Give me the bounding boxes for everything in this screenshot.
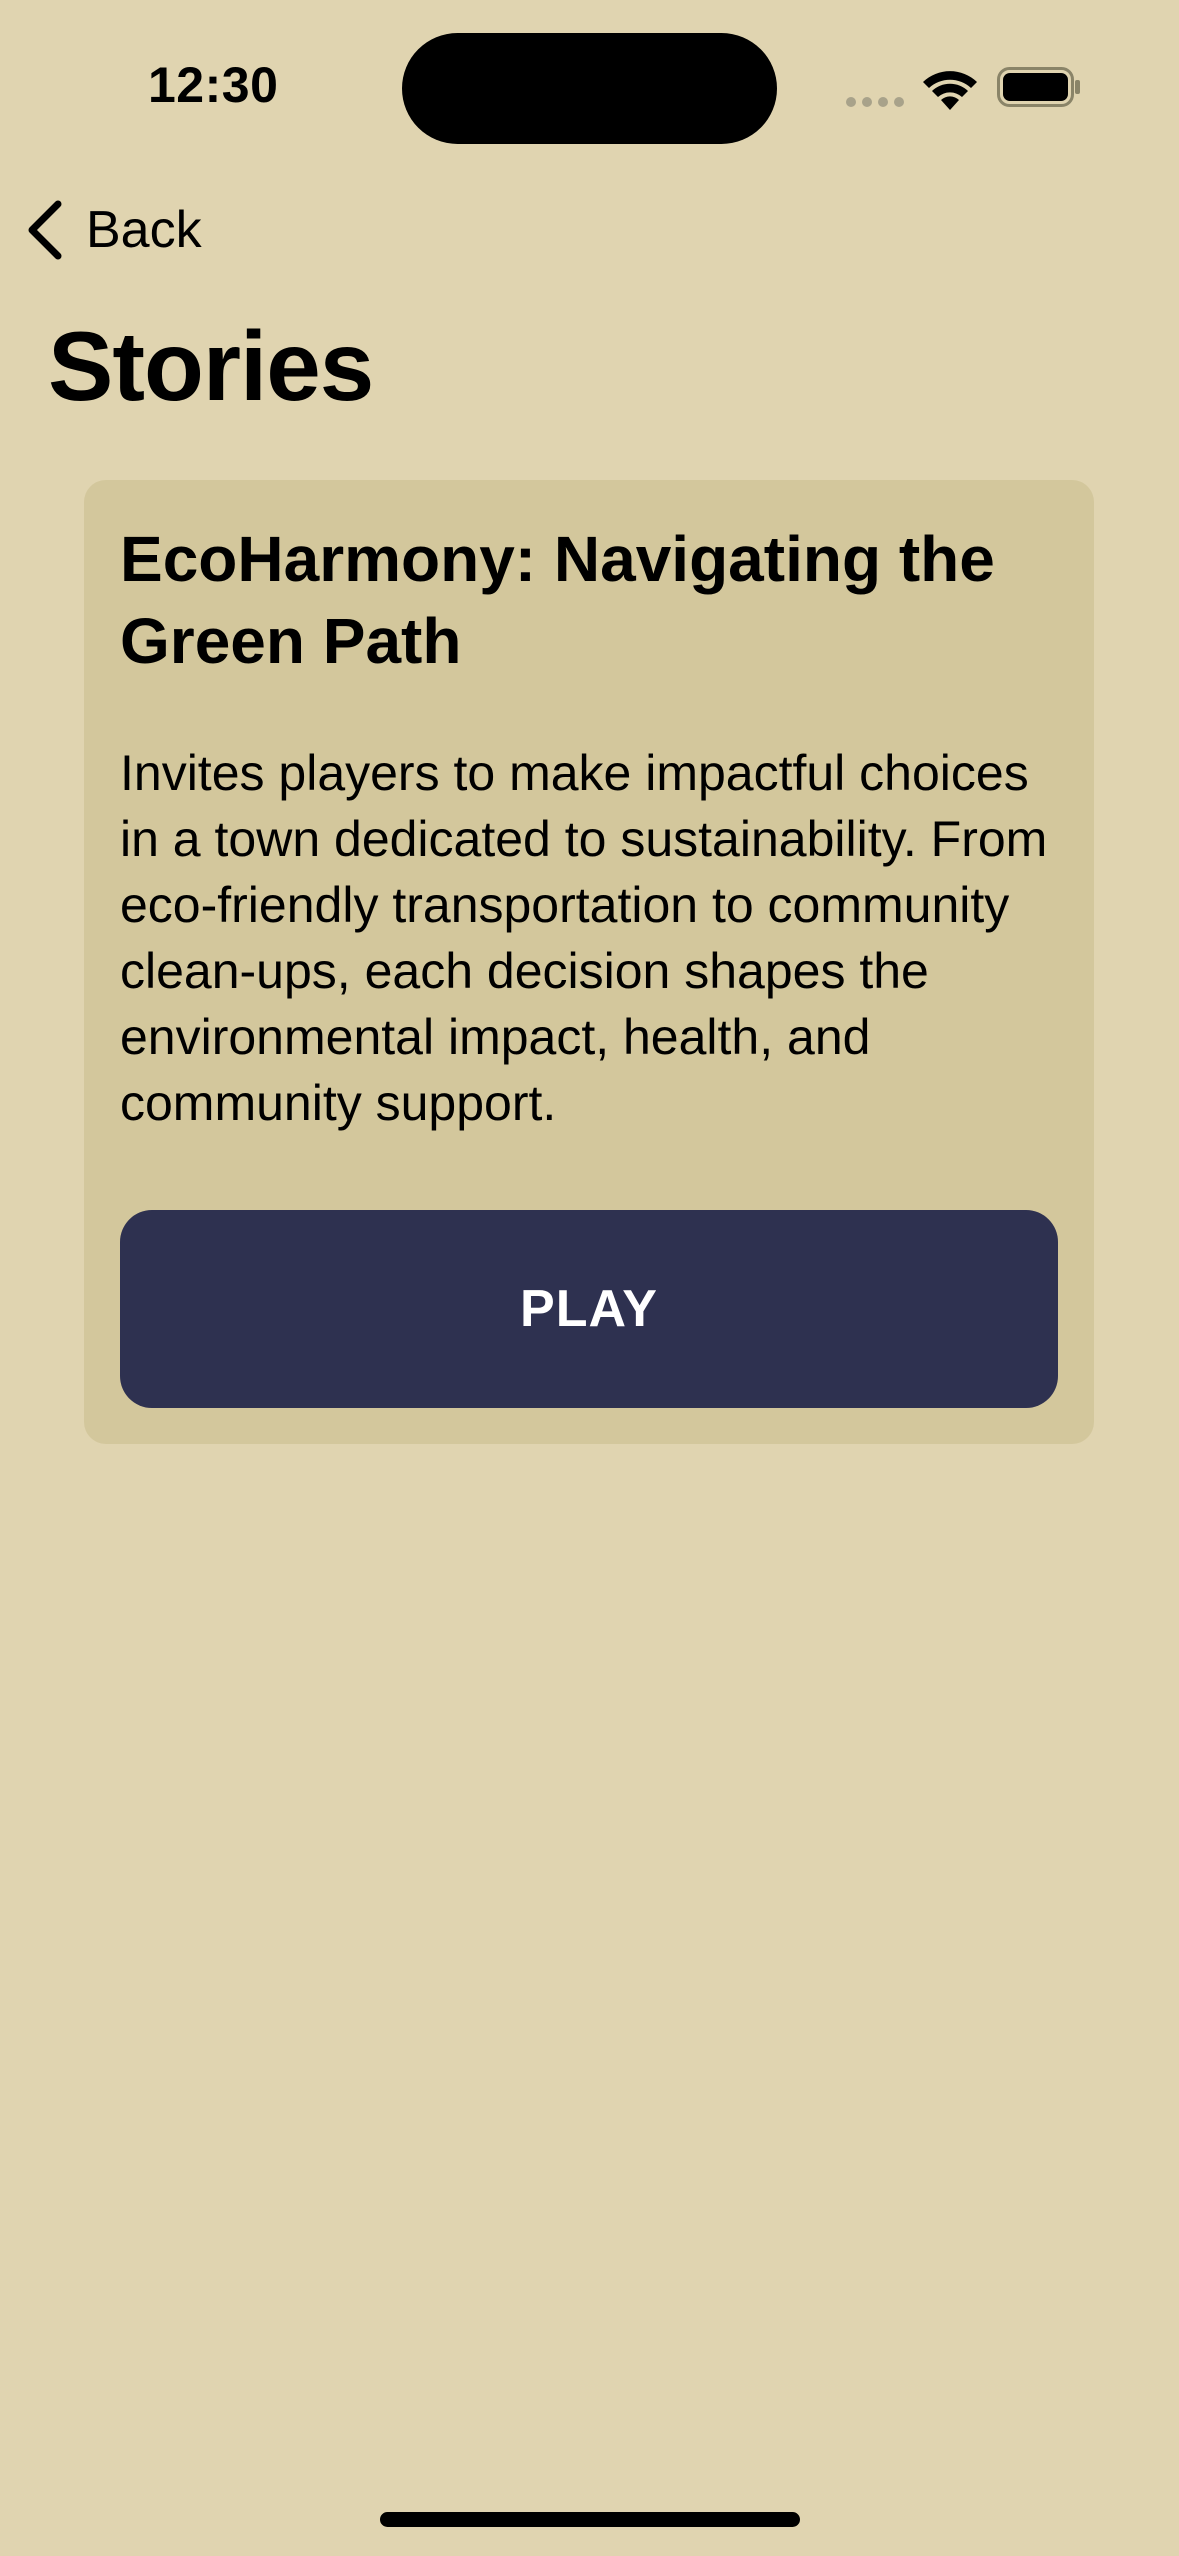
back-label: Back bbox=[86, 201, 202, 259]
dynamic-island bbox=[402, 33, 777, 144]
play-button[interactable]: PLAY bbox=[120, 1210, 1058, 1408]
page-title: Stories bbox=[48, 311, 374, 421]
wifi-icon bbox=[923, 71, 977, 110]
battery-icon bbox=[997, 67, 1080, 107]
chevron-left-icon bbox=[28, 200, 62, 260]
status-bar: 12:30 bbox=[0, 0, 1179, 160]
home-indicator[interactable] bbox=[380, 2512, 800, 2527]
story-title: EcoHarmony: Navigating the Green Path bbox=[120, 523, 995, 677]
status-time: 12:30 bbox=[148, 57, 279, 113]
cellular-signal-dots-icon bbox=[846, 97, 904, 107]
story-card: EcoHarmony: Navigating the Green Path In… bbox=[84, 480, 1094, 1444]
back-button[interactable]: Back bbox=[22, 190, 202, 270]
story-description: Invites players to make impactful choice… bbox=[120, 745, 1048, 1131]
